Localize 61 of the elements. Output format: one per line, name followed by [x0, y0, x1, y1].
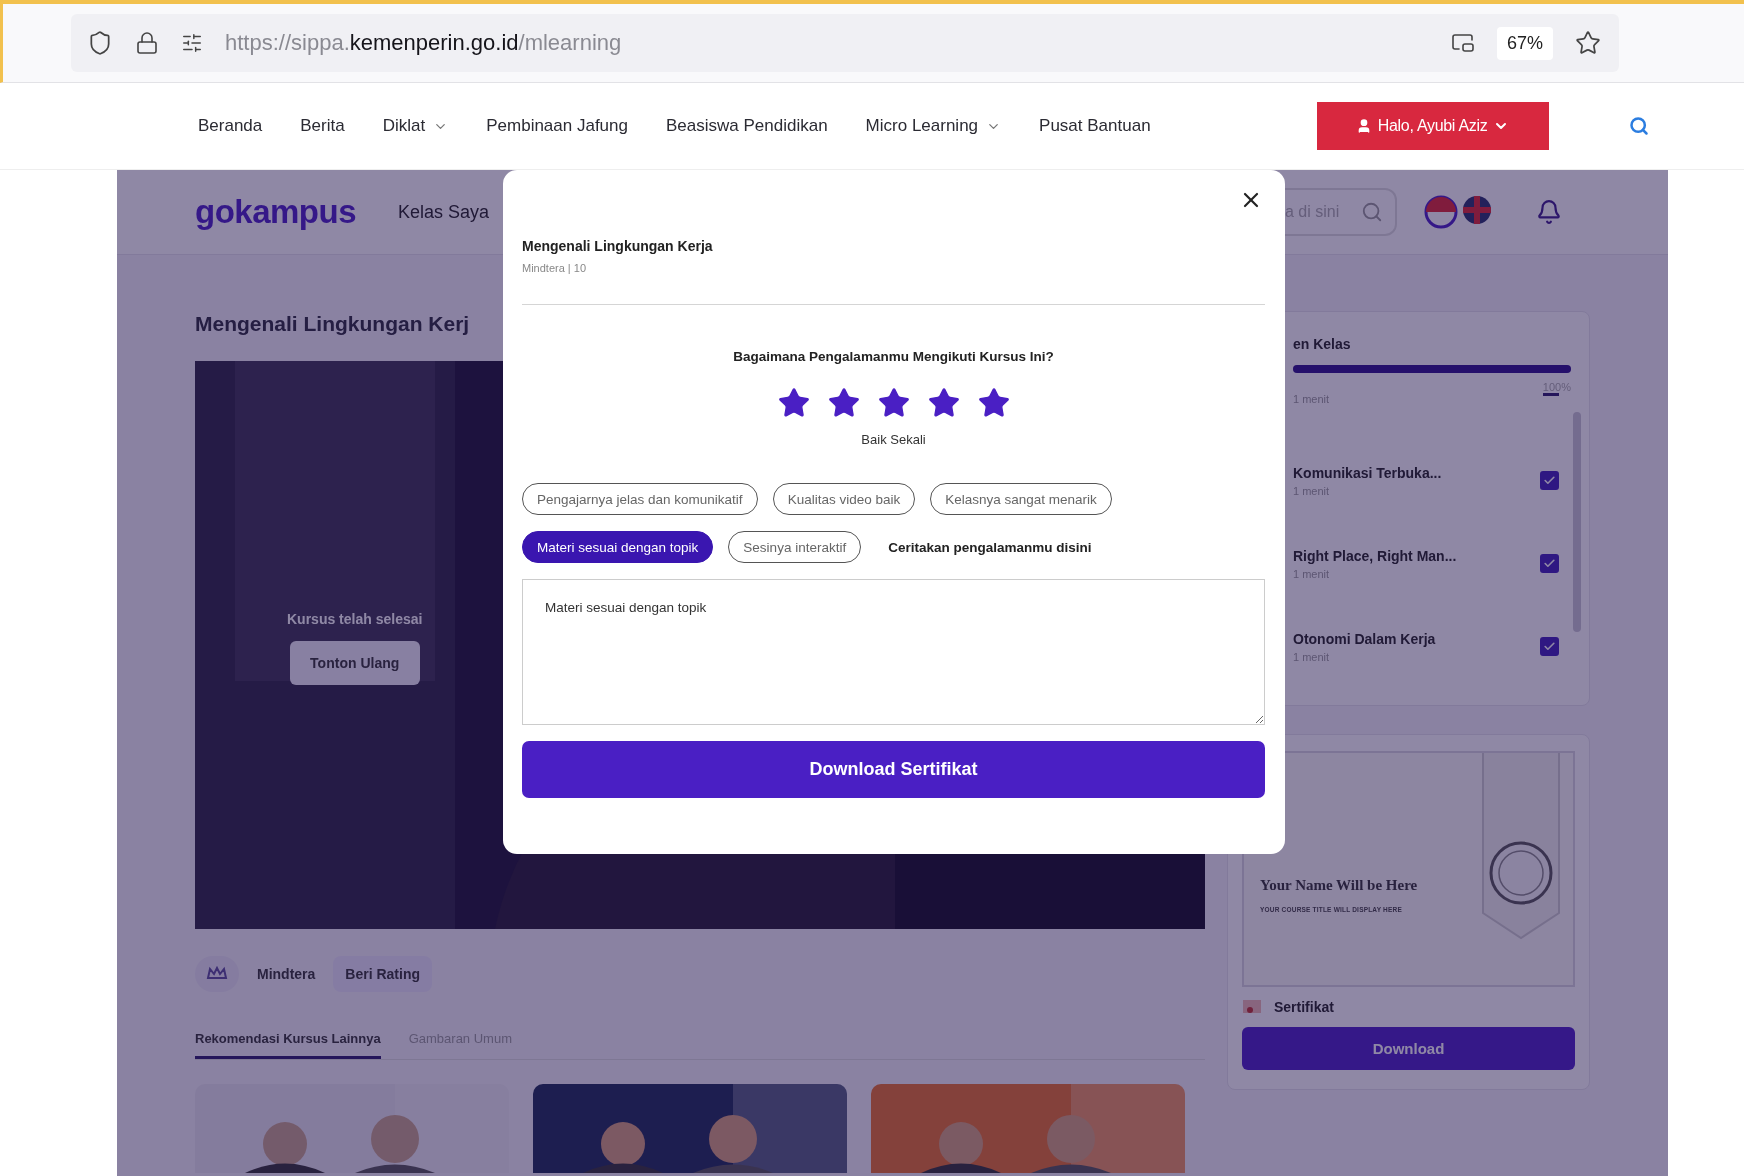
nav-link[interactable]: Beasiswa Pendidikan — [666, 116, 828, 136]
feedback-chip[interactable]: Sesinya interaktif — [728, 531, 862, 563]
lesson-title[interactable]: Right Place, Right Man... — [1293, 547, 1457, 564]
certificate-name: Your Name Will be Here — [1260, 877, 1419, 894]
rating-label: Baik Sekali — [860, 432, 927, 447]
zoom-level[interactable]: 67% — [1496, 26, 1553, 60]
checkbox[interactable] — [1540, 637, 1559, 656]
video-status: Kursus telah selesai — [287, 611, 423, 627]
flag-icon[interactable] — [1424, 195, 1458, 229]
star-icon[interactable] — [826, 386, 861, 420]
certificate-label: Sertifikat — [1274, 999, 1334, 1015]
tab[interactable]: Rekomendasi Kursus Lainnya — [195, 1019, 381, 1059]
nav-link[interactable]: Kelas Saya — [398, 201, 490, 223]
nav-link[interactable]: Micro Learning — [865, 116, 1002, 136]
star-icon[interactable] — [876, 386, 911, 420]
dash-icon — [1543, 393, 1559, 396]
provider-name[interactable]: Mindtera — [257, 966, 316, 982]
lock-icon[interactable] — [135, 31, 159, 55]
crown-icon — [206, 966, 228, 982]
picture-in-picture-icon[interactable] — [1450, 31, 1475, 55]
settings-icon[interactable] — [181, 32, 203, 54]
nav-link[interactable]: Pembinaan Jafung — [486, 116, 628, 136]
bell-icon[interactable] — [1536, 199, 1562, 225]
feedback-chip[interactable]: Materi sesuai dengan topik — [522, 531, 714, 563]
nav-link[interactable]: Pusat Bantuan — [1039, 116, 1151, 136]
search-icon[interactable] — [1628, 116, 1649, 136]
replay-button[interactable]: Tonton Ulang — [289, 641, 420, 685]
lesson-title[interactable]: Otonomi Dalam Kerja — [1293, 630, 1436, 647]
download-certificate-button[interactable]: Download Sertifikat — [522, 741, 1265, 798]
url-text[interactable]: https://sippa.kemenperin.go.id/mlearning — [225, 30, 622, 56]
nav-link[interactable]: Beranda — [198, 116, 263, 136]
scrollbar[interactable] — [1573, 412, 1581, 632]
logo[interactable]: gokampus — [195, 193, 357, 231]
feedback-chip[interactable]: Kualitas video baik — [772, 483, 916, 515]
flag-icon[interactable] — [1462, 195, 1492, 225]
check-icon — [1543, 640, 1556, 653]
download-button[interactable]: Download — [1242, 1027, 1575, 1070]
rating-question: Bagaimana Pengalamanmu Mengikuti Kursus Ini? — [732, 349, 1055, 364]
lesson-title[interactable]: Komunikasi Terbuka... — [1293, 464, 1442, 481]
shield-icon[interactable] — [87, 30, 113, 56]
user-menu-button[interactable]: Halo, Ayubi Aziz — [1316, 102, 1549, 150]
dialog-subtitle: Mindtera | 10 — [522, 262, 587, 274]
checkbox[interactable] — [1540, 471, 1559, 490]
dialog-title: Mengenali Lingkungan Kerja — [522, 238, 714, 254]
comment-field[interactable]: Materi sesuai dengan topik — [522, 579, 1265, 725]
star-icon[interactable] — [976, 386, 1011, 420]
course-title: Mengenali Lingkungan Kerj — [195, 311, 471, 337]
nav-link[interactable]: Diklat — [382, 116, 449, 136]
star-icon[interactable] — [776, 386, 811, 420]
check-icon — [1543, 557, 1556, 570]
star-icon[interactable] — [926, 386, 961, 420]
certificate-icon — [1242, 999, 1262, 1015]
rate-button[interactable]: Beri Rating — [333, 956, 433, 992]
checkbox[interactable] — [1540, 554, 1559, 573]
comment-label: Ceritakan pengalamanmu disini — [888, 539, 1092, 555]
panel-title: en Kelas — [1293, 336, 1351, 352]
feedback-chip[interactable]: Pengajarnya jelas dan komunikatif — [522, 483, 758, 515]
nav-link[interactable]: Berita — [300, 116, 345, 136]
feedback-chip[interactable]: Kelasnya sangat menarik — [930, 483, 1112, 515]
star-icon[interactable] — [1575, 30, 1601, 56]
check-icon — [1543, 474, 1556, 487]
